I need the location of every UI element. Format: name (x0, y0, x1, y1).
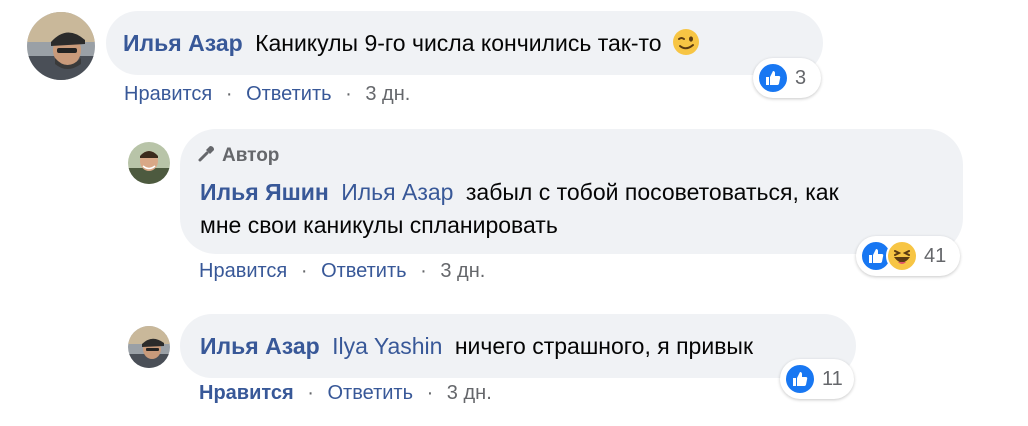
comment-actions: Нравится · Ответить · 3 дн. (124, 83, 410, 106)
comment-author[interactable]: Илья Азар (200, 333, 320, 359)
avatar[interactable] (27, 12, 95, 80)
author-badge-label: Автор (222, 145, 280, 166)
comment-author[interactable]: Илья Яшин (200, 179, 329, 205)
separator: · (307, 382, 314, 404)
comment-bubble: Илья Азар Ilya Yashin ничего страшного, … (180, 314, 856, 378)
comment-text: ничего страшного, я привык (454, 333, 754, 359)
separator: · (300, 260, 308, 282)
comment-bubble: Автор Илья Яшин Илья Азар забыл с тобой … (180, 129, 963, 254)
reaction-count: 3 (795, 66, 807, 89)
comment-text: Каникулы 9-го числа кончились так-то (255, 30, 662, 56)
reply-link[interactable]: Ответить (246, 83, 332, 105)
wink-emoji-icon (672, 28, 700, 64)
like-link[interactable]: Нравится (199, 382, 294, 404)
author-badge: Автор (196, 142, 279, 170)
timestamp[interactable]: 3 дн. (440, 260, 485, 282)
timestamp[interactable]: 3 дн. (447, 382, 492, 404)
reply-link[interactable]: Ответить (321, 260, 407, 282)
haha-icon (886, 240, 918, 272)
like-link[interactable]: Нравится (199, 260, 287, 282)
comment-actions: Нравится · Ответить · 3 дн. (199, 382, 492, 405)
reaction-summary[interactable]: 41 (856, 236, 960, 276)
mention-link[interactable]: Илья Азар (341, 179, 453, 205)
comment-author[interactable]: Илья Азар (123, 30, 243, 56)
like-icon (784, 363, 816, 395)
avatar[interactable] (128, 326, 170, 368)
separator: · (345, 83, 352, 105)
reply-link[interactable]: Ответить (328, 382, 414, 404)
separator: · (426, 382, 434, 404)
separator: · (225, 83, 233, 105)
avatar[interactable] (128, 142, 170, 184)
timestamp[interactable]: 3 дн. (365, 83, 410, 105)
comment-text: забыл с тобой посоветоваться, как (465, 179, 839, 205)
like-icon (757, 62, 789, 94)
separator: · (420, 260, 427, 282)
comment-text: мне свои каникулы спланировать (200, 212, 558, 238)
reaction-summary[interactable]: 3 (753, 58, 821, 98)
comment-bubble: Илья Азар Каникулы 9-го числа кончились … (106, 11, 823, 75)
comment-actions: Нравится · Ответить · 3 дн. (199, 260, 485, 283)
mention-link[interactable]: Ilya Yashin (332, 333, 442, 359)
reaction-count: 11 (822, 367, 843, 390)
like-link[interactable]: Нравится (124, 83, 212, 105)
reaction-summary[interactable]: 11 (780, 359, 854, 399)
microphone-icon (196, 142, 218, 170)
reaction-count: 41 (924, 244, 947, 267)
